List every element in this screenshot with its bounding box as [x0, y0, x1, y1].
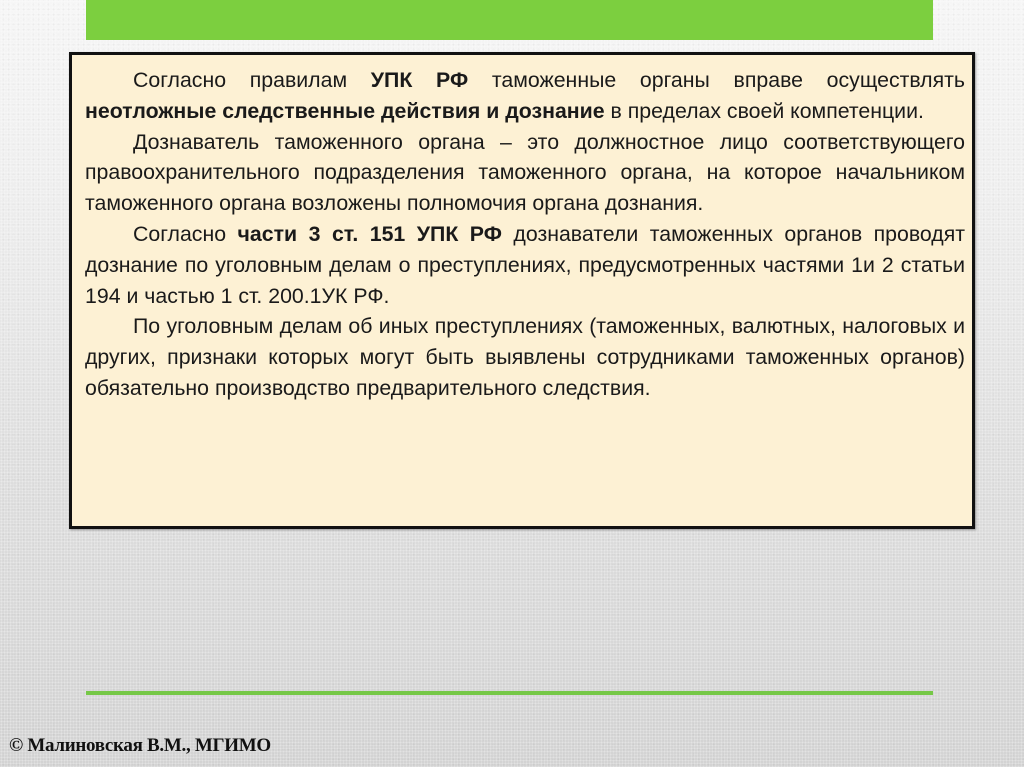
text-segment: Согласно	[133, 221, 238, 246]
paragraph-2: Дознаватель таможенного органа – это дол…	[85, 127, 965, 219]
paragraph-4: По уголовным делам об иных преступлениях…	[85, 311, 965, 403]
copyright-footer: © Малиновская В.М., МГИМО	[9, 735, 271, 756]
text-segment: Дознаватель таможенного органа – это дол…	[85, 129, 965, 216]
header-accent-bar	[86, 0, 933, 40]
footer-divider-line	[86, 691, 933, 695]
text-content-box: Согласно правилам УПК РФ таможенные орга…	[69, 52, 975, 529]
bold-term-urgent-actions: неотложные следственные действия и дозна…	[85, 98, 605, 123]
bold-term-article-reference: части 3 ст. 151 УПК РФ	[237, 221, 502, 246]
text-segment: По уголовным делам об иных преступлениях…	[85, 314, 965, 400]
paragraph-3: Согласно части 3 ст. 151 УПК РФ дознават…	[85, 219, 965, 311]
text-segment: Согласно правилам	[133, 68, 371, 92]
text-segment: таможенные органы вправе осуществлять	[468, 68, 965, 92]
text-segment: в пределах своей компетенции.	[604, 98, 924, 123]
paragraph-1: Согласно правилам УПК РФ таможенные орга…	[85, 65, 965, 127]
bold-term-upk-rf: УПК РФ	[370, 68, 469, 92]
